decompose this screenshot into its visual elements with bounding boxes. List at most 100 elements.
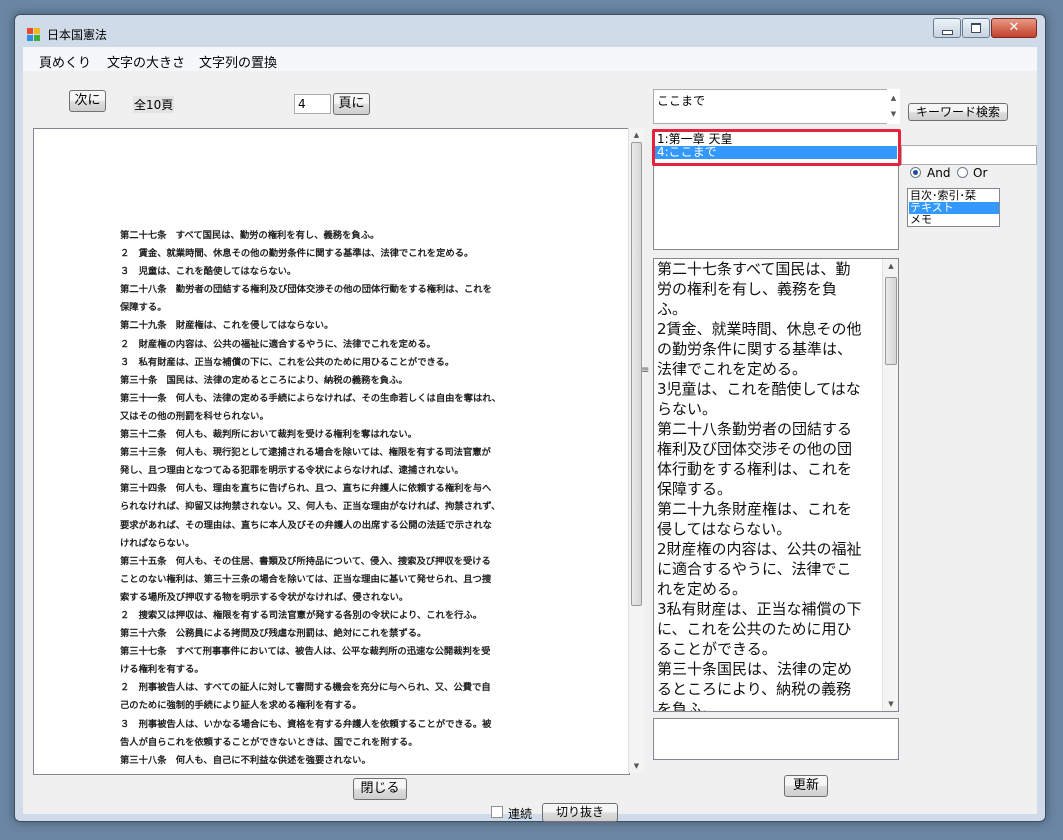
text-line: るところにより、納税の義務 [657, 680, 852, 698]
maximize-icon [971, 23, 981, 33]
page-line: ２ 捜索又は押収は、権限を有する司法官憲が発する各別の令状により、これを行ふ。 [120, 609, 483, 621]
text-line: 2財産権の内容は、公共の福祉 [657, 540, 862, 558]
page-line: ことのない権利は、第三十三条の場合を除いては、正当な理由に基いて発せられ、且つ捜 [120, 573, 492, 585]
crop-button[interactable]: 切り抜き [542, 803, 618, 822]
page-line: 第二十九条 財産権は、これを侵してはならない。 [120, 320, 334, 332]
and-label: And [927, 166, 951, 180]
app-window: 日本国憲法 ✕ 頁めくり 文字の大きさ 文字列の置換 次に 全10頁 4 頁に … [14, 14, 1046, 822]
page-line: 第三十八条 何人も、自己に不利益な供述を強要されない。 [120, 754, 371, 766]
text-line: 第二十七条すべて国民は、勤 [657, 260, 851, 278]
page-line: 第三十七条 すべて刑事事件においては、被告人は、公平な裁判所の迅速な公開裁判を受 [120, 646, 491, 658]
page-line: 又はその他の刑罰を科せられない。 [120, 410, 269, 422]
text-line: ることができる。 [657, 640, 777, 658]
page-line: ２ 刑事被告人は、すべての証人に対して審問する機会を充分に与へられ、又、公費で自 [120, 682, 491, 694]
query-scrollbar[interactable]: ▲ ▼ [887, 89, 900, 124]
text-line: れを定める。 [657, 580, 748, 598]
text-scroll-up-icon[interactable]: ▲ [883, 259, 898, 273]
continuous-label: 連続 [508, 807, 533, 821]
query-scroll-down-icon[interactable]: ▼ [887, 107, 900, 121]
minimize-button[interactable] [933, 18, 961, 38]
keyword2-input[interactable] [901, 145, 1037, 165]
text-line: の勤労条件に関する基準は、 [657, 340, 853, 358]
page-line: 第三十一条 何人も、法律の定める手続によらなければ、その生命若しくは自由を奪はれ… [120, 392, 501, 404]
menu-page-turn[interactable]: 頁めくり [39, 52, 91, 71]
text-line: ふ。 [657, 300, 688, 318]
page-line: 第三十二条 何人も、裁判所において裁判を受ける権利を奪はれない。 [120, 429, 417, 441]
title-bar[interactable]: 日本国憲法 ✕ [15, 15, 1045, 49]
text-line: 法律でこれを定める。 [657, 360, 808, 378]
menu-bar: 頁めくり 文字の大きさ 文字列の置換 [23, 47, 1037, 71]
page-text: 第二十七条 すべて国民は、勤労の権利を有し、義務を負ふ。 ２ 賃金、就業時間、休息… [120, 227, 570, 770]
page-line: られなければ、抑留又は拘禁されない。又、何人も、正当な理由がなければ、拘禁されず… [120, 501, 501, 513]
app-logo-icon [27, 28, 40, 41]
continuous-checkbox[interactable] [491, 806, 503, 818]
next-page-button[interactable]: 次に [69, 90, 106, 112]
page-line: ３ 児童は、これを酷使してはならない。 [120, 266, 297, 278]
close-icon: ✕ [1008, 20, 1020, 35]
total-pages-label: 全10頁 [133, 96, 175, 113]
close-button[interactable]: ✕ [991, 18, 1037, 38]
or-radio[interactable] [957, 167, 968, 178]
text-line: 第二十九条財産権は、これを [657, 500, 853, 518]
search-scope-list[interactable]: 目次･索引･栞 テキスト メモ [907, 188, 1000, 227]
text-line: 権利及び団体交渉その他の団 [657, 440, 853, 458]
search-query-input[interactable]: ここまで [653, 89, 889, 124]
text-scrollbar[interactable]: ▲ ▼ [882, 259, 898, 711]
page-line: 保障する。 [120, 302, 167, 314]
text-content: 第二十七条すべて国民は、勤 労の権利を有し、義務を負 ふ。 2賃金、就業時間、休息その… [657, 259, 879, 712]
text-line: 体行動をする権利は、これを [657, 460, 853, 478]
page-line: 第三十三条 何人も、現行犯として逮捕される場合を除いては、権限を有する司法官憲が [120, 447, 491, 459]
splitter-grip-icon[interactable]: ≡ [641, 365, 649, 376]
goto-page-button[interactable]: 頁に [333, 93, 370, 115]
query-scroll-up-icon[interactable]: ▲ [887, 91, 900, 105]
text-line: 侵してはならない。 [657, 520, 792, 538]
text-line: らない。 [657, 400, 718, 418]
or-label: Or [973, 166, 988, 180]
scroll-down-icon[interactable]: ▼ [629, 759, 644, 773]
text-line: 労の権利を有し、義務を負 [657, 280, 838, 298]
scroll-up-icon[interactable]: ▲ [629, 128, 644, 142]
text-scroll-down-icon[interactable]: ▼ [883, 697, 898, 711]
page-line: 第二十八条 勤労者の団結する権利及び団体交渉その他の団体行動をする権利は、これを [120, 284, 492, 296]
text-line: 保障する。 [657, 480, 733, 498]
keyword-search-button[interactable]: キーワード検索 [908, 103, 1008, 121]
update-button[interactable]: 更新 [784, 775, 828, 797]
text-line: 2賃金、就業時間、休息その他 [657, 320, 862, 338]
document-page-view[interactable]: 第二十七条 すべて国民は、勤労の権利を有し、義務を負ふ。 ２ 賃金、就業時間、休息… [33, 128, 630, 775]
page-line: ２ 財産権の内容は、公共の福祉に適合するやうに、法律でこれを定める。 [120, 338, 436, 350]
page-line: 索する場所及び押収する物を明示する令状がなければ、侵されない。 [120, 591, 409, 603]
page-line: 己のために強制的手続により証人を求める権利を有する。 [120, 700, 362, 712]
memo-input[interactable] [653, 718, 899, 760]
text-line: を負ふ。 [657, 700, 718, 712]
page-line: 発し、且つ理由となつてゐる犯罪を明示する令状によらなければ、逮捕されない。 [120, 465, 464, 477]
minimize-icon [942, 30, 953, 35]
page-line: ける権利を有する。 [120, 664, 204, 676]
highlight-frame [652, 129, 901, 166]
menu-replace-text[interactable]: 文字列の置換 [199, 52, 277, 71]
page-line: 第三十六条 公務員による拷問及び残虐な刑罰は、絶対にこれを禁ずる。 [120, 628, 427, 640]
window-title: 日本国憲法 [47, 28, 108, 42]
page-scrollbar[interactable]: ▲ ▼ [628, 128, 644, 773]
text-view[interactable]: 第二十七条すべて国民は、勤 労の権利を有し、義務を負 ふ。 2賃金、就業時間、休息その… [653, 258, 899, 712]
page-line: ければならない。 [120, 537, 195, 549]
text-line: 第三十条国民は、法律の定め [657, 660, 853, 678]
page-number-input[interactable]: 4 [294, 94, 331, 114]
page-line: 第三十条 国民は、法律の定めるところにより、納税の義務を負ふ。 [120, 374, 408, 386]
page-line: 要求があれば、その理由は、直ちに本人及びその弁護人の出席する公開の法廷で示されな [120, 519, 492, 531]
text-line: に適合するやうに、法律でこ [657, 560, 852, 578]
maximize-button[interactable] [962, 18, 990, 38]
close-form-button[interactable]: 閉じる [353, 778, 407, 800]
text-line: 3私有財産は、正当な補償の下 [657, 600, 862, 618]
menu-font-size[interactable]: 文字の大きさ [107, 52, 185, 71]
and-radio[interactable] [910, 167, 921, 178]
text-line: 第二十八条勤労者の団結する [657, 420, 853, 438]
client-area: 頁めくり 文字の大きさ 文字列の置換 次に 全10頁 4 頁に 第二十七条 すべ… [23, 47, 1037, 822]
text-scroll-thumb[interactable] [885, 277, 897, 365]
page-line: ３ 刑事被告人は、いかなる場合にも、資格を有する弁護人を依頼することができる。被 [120, 718, 492, 730]
scope-item-memo[interactable]: メモ [910, 214, 932, 226]
page-line: ２ 賃金、就業時間、休息その他の勤労条件に関する基準は、法律でこれを定める。 [120, 248, 474, 260]
caption-buttons: ✕ [932, 18, 1037, 38]
page-line: 第三十四条 何人も、理由を直ちに告げられ、且つ、直ちに弁護人に依頼する権利を与へ [120, 483, 492, 495]
page-line: 第二十七条 すべて国民は、勤労の権利を有し、義務を負ふ。 [120, 230, 380, 241]
page-line: 第三十五条 何人も、その住居、書類及び所持品について、侵入、捜索及び押収を受ける [120, 555, 491, 567]
